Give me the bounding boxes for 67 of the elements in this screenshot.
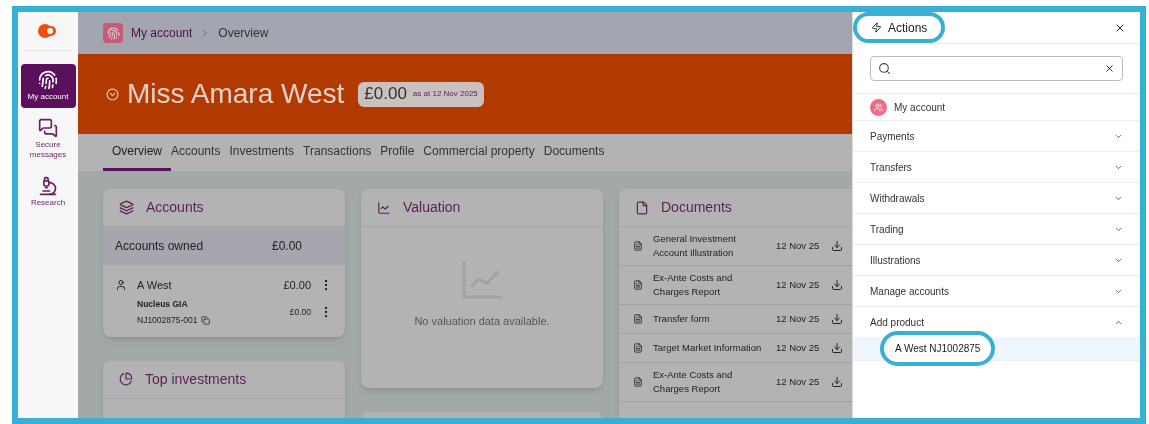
balance-amount: £0.00 (364, 83, 407, 106)
empty-message: No valuation data available. (414, 314, 550, 329)
copy-icon[interactable] (200, 315, 210, 325)
breadcrumb-link[interactable]: My account (131, 24, 193, 42)
download-icon[interactable] (831, 376, 844, 388)
search-field[interactable] (870, 56, 1123, 81)
file-icon (633, 314, 643, 324)
accordion-header[interactable]: Payments (853, 121, 1140, 151)
account-value: £0.00 (289, 305, 311, 319)
file-icon (633, 343, 643, 353)
document-icon (635, 200, 649, 215)
product-name: Nucleus GIA (137, 298, 189, 311)
accordion-header[interactable]: Illustrations (853, 245, 1140, 275)
tab[interactable]: Overview (103, 134, 171, 171)
download-icon[interactable] (831, 313, 844, 325)
pie-chart-icon (119, 372, 133, 386)
logo-icon (38, 24, 58, 38)
document-name: Ex-Ante Costs and Charges Report (653, 368, 734, 396)
holder-value: £0.00 (283, 277, 311, 293)
document-name: Ex-Ante Costs and Charges Report (653, 271, 734, 299)
download-icon[interactable] (831, 240, 844, 252)
layers-icon (119, 200, 134, 215)
card-title: Accounts (146, 198, 204, 217)
document-name: Transfer form (653, 312, 711, 326)
accordion-header[interactable]: Transfers (853, 152, 1140, 182)
expand-icon[interactable] (106, 87, 119, 101)
document-name: Target Market Information (653, 341, 763, 355)
document-date: 12 Nov 25 (776, 311, 820, 326)
document-date: 12 Nov 25 (776, 340, 820, 355)
sidebar-item[interactable]: Research (20, 170, 76, 214)
card-title: Valuation (403, 198, 461, 217)
sidebar-item[interactable]: Secure messages (20, 112, 76, 166)
download-icon[interactable] (831, 279, 844, 291)
lightning-icon (871, 22, 882, 33)
accordion-header[interactable]: Trading (853, 214, 1140, 244)
document-date: 12 Nov 25 (776, 374, 820, 389)
accordion-header[interactable]: Withdrawals (853, 183, 1140, 213)
fingerprint-icon (38, 70, 58, 90)
microscope-icon (38, 176, 58, 196)
search-icon (878, 62, 891, 75)
account-avatar-icon (870, 98, 887, 116)
sidebar-item[interactable]: My account (20, 64, 76, 108)
document-date: 12 Nov 25 (776, 277, 820, 292)
account-number: NJ1002875-001 (137, 313, 198, 327)
document-name: General Investment Account Illustration (653, 232, 737, 260)
accordion-header[interactable]: Manage accounts (853, 276, 1140, 306)
account-link[interactable]: My account (853, 94, 1140, 121)
file-icon (633, 377, 643, 387)
card-title: Documents (661, 198, 732, 217)
balance-date: as at 12 Nov 2025 (412, 88, 478, 100)
line-chart-icon (377, 200, 391, 215)
file-icon (633, 241, 643, 251)
document-date: 12 Nov 25 (776, 238, 820, 253)
account-badge-icon (103, 23, 123, 43)
customer-name: Miss Amara West (127, 77, 345, 111)
actions-title: Actions (853, 12, 946, 43)
summary-label: Accounts owned (115, 238, 204, 255)
holder-name: A West (137, 277, 172, 293)
summary-value: £0.00 (271, 238, 302, 255)
product-option[interactable]: A West NJ1002875 (880, 331, 996, 366)
clear-icon[interactable] (1104, 63, 1115, 74)
person-icon (115, 279, 127, 291)
chat-icon (38, 118, 58, 138)
card-title: Top investments (145, 369, 247, 389)
file-icon (633, 280, 643, 290)
breadcrumb-current: Overview (218, 25, 269, 42)
download-icon[interactable] (831, 342, 844, 354)
